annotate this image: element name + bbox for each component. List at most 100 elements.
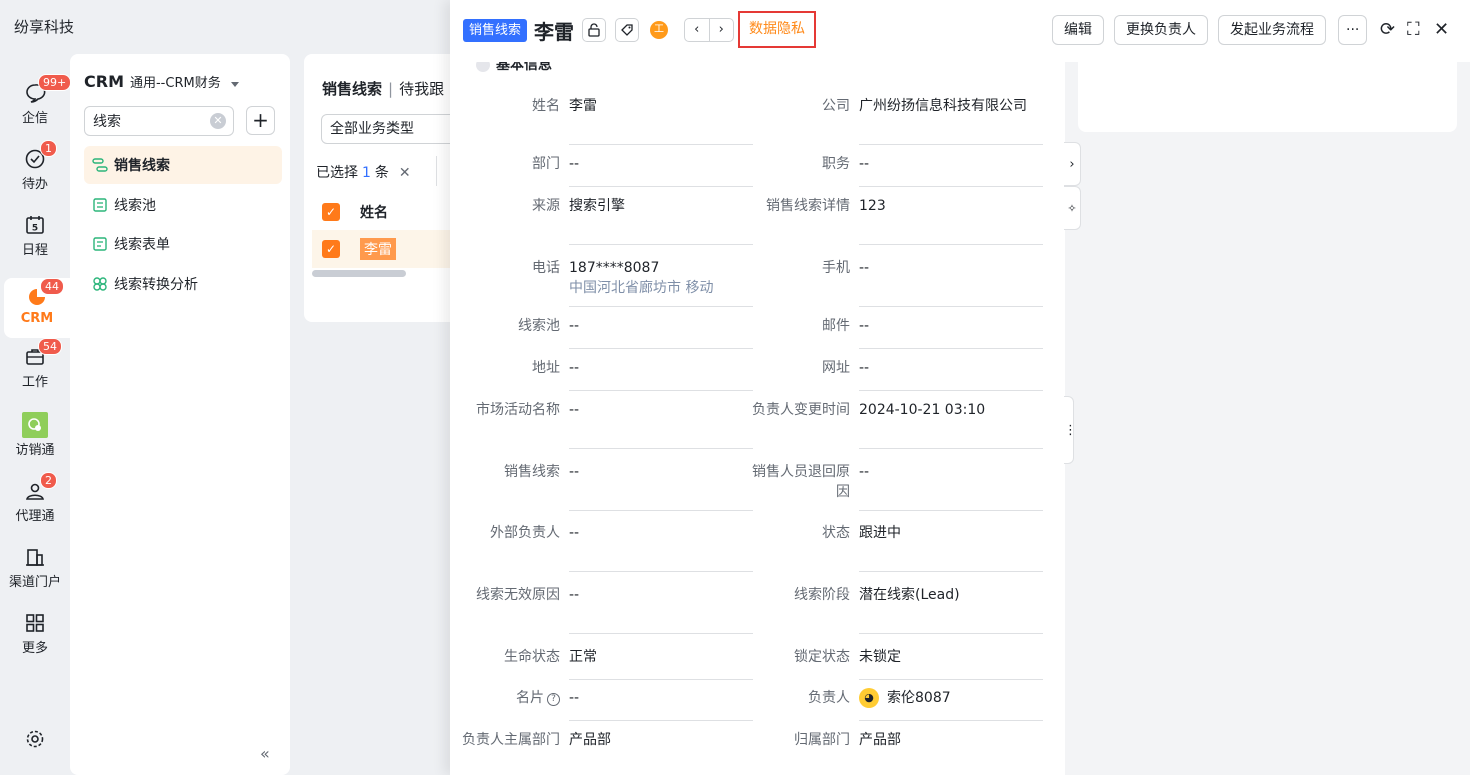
field-value: 未锁定	[859, 647, 1043, 667]
row-checkbox[interactable]: ✓	[322, 240, 340, 258]
field-label-text: 手机	[822, 260, 850, 276]
field-label: 外部负责人	[450, 523, 560, 543]
field-label-text: 线索无效原因	[476, 587, 560, 603]
workflow-status-icon[interactable]: 工	[650, 21, 668, 39]
tag-button[interactable]	[615, 18, 639, 42]
row-name-link[interactable]: 李雷	[360, 238, 396, 260]
field-label-text: 状态	[822, 525, 850, 541]
close-icon[interactable]: ✕	[1434, 20, 1449, 40]
lead-detail-drawer: 销售线索 李雷 工 ‹ › 数据隐私 编辑 更换负责人 发起业务流程 ··· ⟳…	[450, 0, 1470, 775]
rail-item-todo[interactable]: 1 待办	[0, 140, 70, 208]
column-header-name[interactable]: 姓名	[360, 202, 388, 222]
field-label-text: 电话	[532, 260, 560, 276]
select-all-checkbox[interactable]: ✓	[322, 203, 340, 221]
lead-flow-icon	[92, 157, 108, 173]
section-title[interactable]: 基本信息	[476, 62, 552, 74]
resize-handle[interactable]: ⋮	[1064, 396, 1077, 464]
table-row[interactable]: ✓ 李雷	[312, 230, 464, 268]
change-owner-button[interactable]: 更换负责人	[1114, 15, 1208, 45]
visit-app-icon	[22, 412, 48, 438]
nav-header[interactable]: CRM 通用--CRM财务	[84, 72, 239, 91]
more-actions-button[interactable]: ···	[1338, 15, 1368, 45]
field-underline	[859, 510, 1043, 511]
data-privacy-button[interactable]: 数据隐私	[738, 11, 816, 48]
field-underline	[569, 448, 753, 449]
pin-icon[interactable]: ✧	[1064, 186, 1081, 230]
detail-body: 基本信息 姓名 李雷 部门 -- 来源 搜索引擎 电话 187****8087 中国河北省廊坊市…	[450, 62, 1065, 775]
field-label-text: 负责人主属部门	[462, 732, 560, 748]
list-view-tab[interactable]: 待我跟	[399, 80, 444, 98]
field-label-text: 线索池	[518, 318, 560, 334]
start-business-flow-button[interactable]: 发起业务流程	[1218, 15, 1326, 45]
add-button[interactable]: +	[246, 106, 275, 135]
field-underline	[569, 144, 753, 145]
field-underline	[859, 633, 1043, 634]
gear-icon	[24, 728, 46, 750]
field-value-text[interactable]: 187****8087	[569, 260, 659, 276]
rail-item-calendar[interactable]: 5 日程	[0, 214, 70, 274]
expand-side-panel-button[interactable]: ›	[1064, 142, 1081, 186]
previous-record-button[interactable]: ‹	[685, 19, 709, 41]
nav-item-label: 线索转换分析	[114, 277, 198, 293]
rail-badge: 2	[40, 472, 57, 489]
next-record-button[interactable]: ›	[708, 19, 734, 41]
field-value: 李雷	[569, 96, 753, 116]
field-value-text: 123	[859, 198, 886, 214]
rail-item-more[interactable]: 更多	[0, 612, 70, 672]
rail-item-crm[interactable]: 44 CRM	[4, 278, 70, 338]
field-underline	[859, 390, 1043, 391]
clear-icon[interactable]: ✕	[210, 113, 226, 129]
field-underline	[859, 348, 1043, 349]
chat-bubble-icon: 99+	[24, 74, 72, 104]
help-icon[interactable]: ?	[547, 693, 560, 706]
edit-button[interactable]: 编辑	[1052, 15, 1104, 45]
business-type-select[interactable]: 全部业务类型	[321, 114, 464, 144]
selection-summary: 已选择 1 条 ✕	[316, 162, 411, 182]
rail-badge: 54	[38, 338, 62, 355]
field-value-text: 产品部	[569, 732, 611, 748]
field-value-text: --	[569, 156, 580, 172]
field-label: 名片?	[450, 688, 560, 708]
field-label: 线索无效原因	[450, 585, 560, 605]
field-underline	[569, 510, 753, 511]
rail-item-channel[interactable]: 渠道门户	[0, 546, 70, 606]
rail-badge: 99+	[38, 74, 72, 91]
field-label: 生命状态	[450, 647, 560, 667]
selection-count: 1	[362, 165, 371, 181]
field-value-text: 未锁定	[859, 649, 901, 665]
pool-icon	[92, 197, 108, 213]
field-value: 123	[859, 196, 1043, 216]
phone-location: 中国河北省廊坊市 移动	[569, 280, 714, 296]
field-value: --	[569, 400, 753, 420]
clear-selection-icon[interactable]: ✕	[399, 165, 411, 181]
refresh-icon[interactable]: ⟳	[1380, 20, 1395, 40]
horizontal-scrollbar[interactable]	[312, 270, 406, 277]
rail-item-agent[interactable]: 2 代理通	[0, 472, 70, 540]
list-title: 销售线索 | 待我跟	[322, 78, 444, 99]
field-value: 广州纷扬信息科技有限公司	[859, 96, 1043, 116]
rail-item-visit[interactable]: 访销通	[0, 412, 70, 474]
field-value-text: 跟进中	[859, 525, 901, 541]
field-label-text: 网址	[822, 360, 850, 376]
nav-item-lead-pool[interactable]: 线索池	[84, 186, 282, 224]
field-label-text: 姓名	[532, 98, 560, 114]
nav-item-lead-analysis[interactable]: 线索转换分析	[84, 265, 282, 303]
fullscreen-icon[interactable]: ⛶	[1407, 20, 1420, 40]
field-label: 负责人	[740, 688, 850, 708]
rail-item-work[interactable]: 54 工作	[0, 338, 70, 406]
rail-item-chat[interactable]: 99+ 企信	[0, 74, 72, 142]
nav-item-lead-form[interactable]: 线索表单	[84, 225, 282, 263]
settings-button[interactable]	[0, 728, 70, 752]
record-name: 李雷	[534, 20, 574, 44]
field-label: 线索阶段	[740, 585, 850, 605]
unlock-button[interactable]	[582, 18, 606, 42]
field-underline	[569, 306, 753, 307]
field-label-text: 来源	[532, 198, 560, 214]
field-label: 负责人主属部门	[450, 730, 560, 750]
field-value-text: 正常	[569, 649, 597, 665]
field-value: 跟进中	[859, 523, 1043, 543]
field-underline	[569, 571, 753, 572]
collapse-nav-button[interactable]: «	[260, 744, 270, 763]
form-icon	[92, 236, 108, 252]
nav-item-sales-leads[interactable]: 销售线索	[84, 146, 282, 184]
